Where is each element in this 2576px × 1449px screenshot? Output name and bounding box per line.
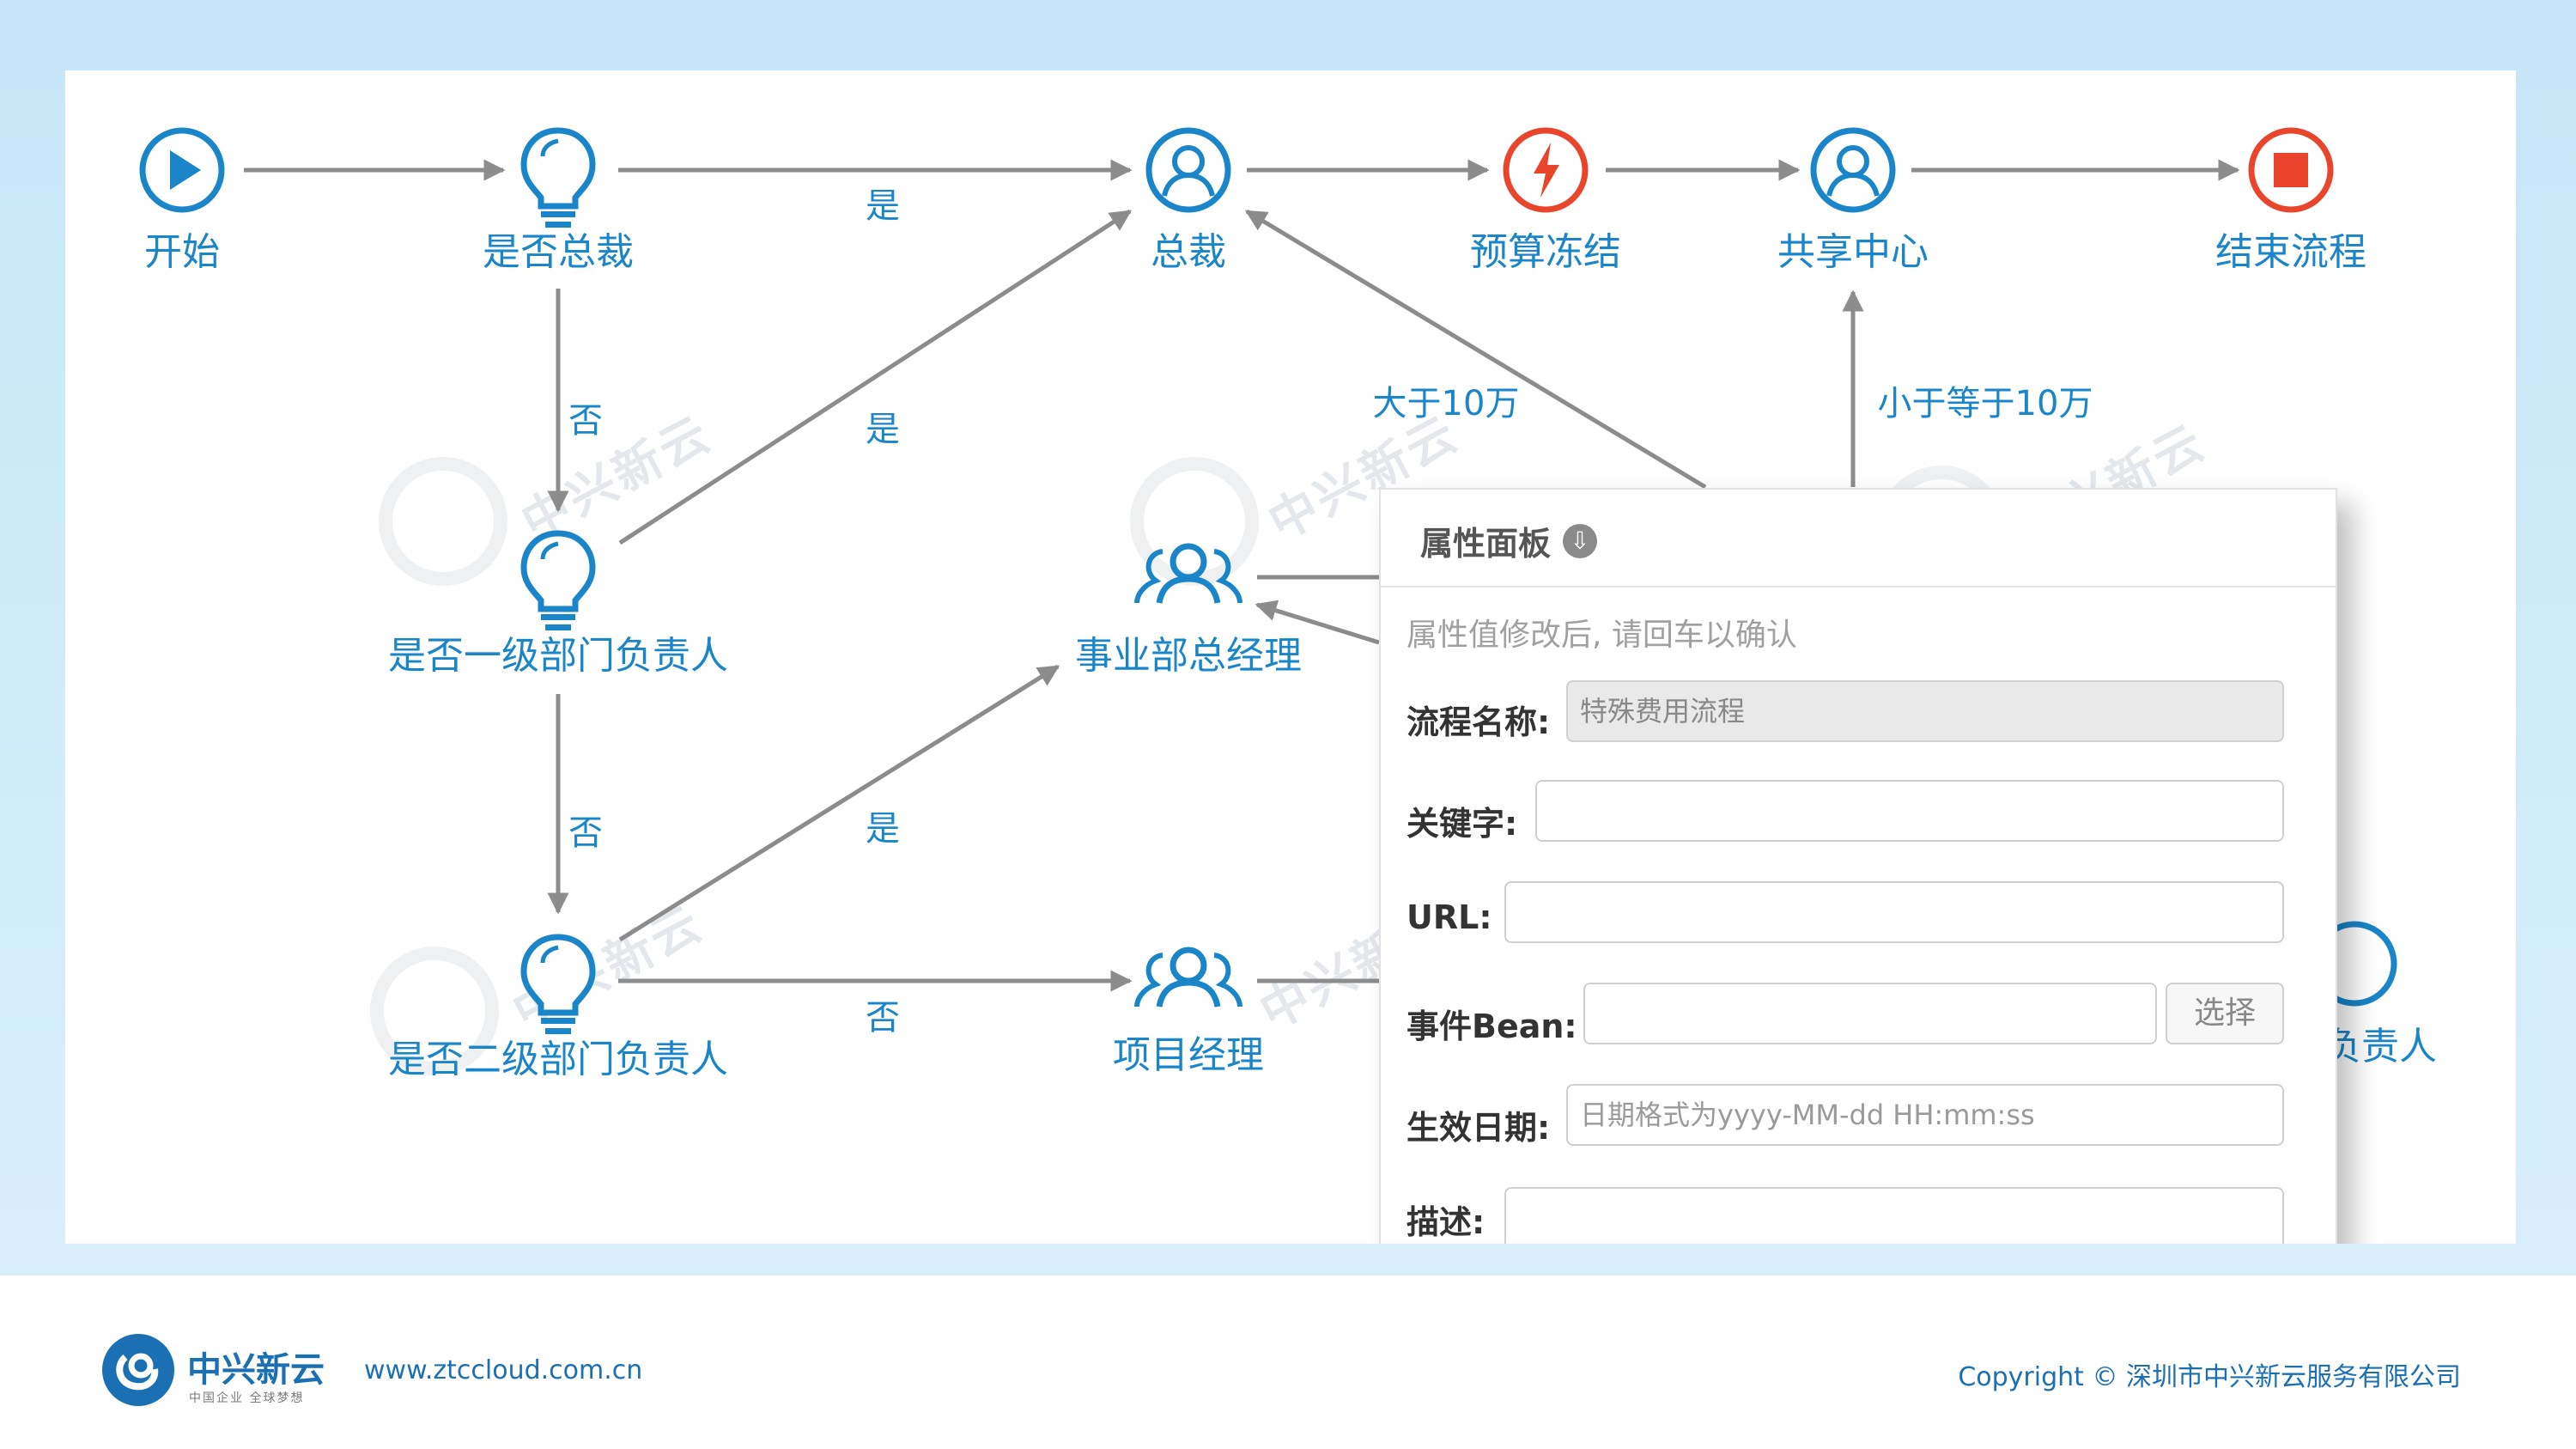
edge-level2-to-division xyxy=(618,664,1060,942)
group-icon xyxy=(1134,947,1242,1008)
property-panel[interactable]: 属性面板 ⇩ 属性值修改后, 请回车以确认 流程名称: 特殊费用流程 关键字: … xyxy=(1379,488,2337,1244)
edge-label-no-1: 否 xyxy=(568,401,603,441)
edge-label-yes-mid: 是 xyxy=(866,410,900,449)
event-bean-field[interactable] xyxy=(1583,983,2157,1044)
url-label: URL: xyxy=(1406,898,1492,936)
panel-hint: 属性值修改后, 请回车以确认 xyxy=(1406,618,1797,653)
edge-label-yes-top: 是 xyxy=(866,186,900,226)
edge-label-no-low: 否 xyxy=(866,998,900,1038)
node-label-president[interactable]: 总裁 xyxy=(1151,221,1226,276)
node-label-end-flow[interactable]: 结束流程 xyxy=(2215,221,2366,276)
select-button[interactable]: 选择 xyxy=(2166,983,2284,1044)
edge-label-le-100k: 小于等于10万 xyxy=(1877,384,2093,423)
edge-label-gt-100k: 大于10万 xyxy=(1372,384,1520,423)
node-label-budget-freeze[interactable]: 预算冻结 xyxy=(1470,221,1621,276)
footer-brand: 中兴新云 xyxy=(187,1350,325,1390)
node-label-shared-center[interactable]: 共享中心 xyxy=(1777,221,1929,276)
edge-label-no-2: 否 xyxy=(568,813,603,853)
node-label-is-president[interactable]: 是否总裁 xyxy=(483,221,634,276)
node-label-start[interactable]: 开始 xyxy=(144,221,220,276)
bulb-icon xyxy=(520,934,596,1034)
brand-logo-icon xyxy=(102,1334,174,1406)
description-label: 描述: xyxy=(1406,1203,1485,1241)
lightning-icon xyxy=(1503,127,1589,213)
start-icon xyxy=(139,127,225,213)
panel-header[interactable]: 属性面板 ⇩ xyxy=(1381,490,2336,588)
user-icon xyxy=(1145,127,1231,213)
flow-name-field[interactable]: 特殊费用流程 xyxy=(1566,680,2284,742)
flow-name-label: 流程名称: xyxy=(1406,703,1551,741)
group-icon xyxy=(1134,543,1242,604)
url-field[interactable] xyxy=(1504,881,2284,943)
description-field[interactable] xyxy=(1504,1187,2284,1244)
node-label-is-level1-head[interactable]: 是否一级部门负责人 xyxy=(388,624,728,679)
footer-copyright: Copyright © 深圳市中兴新云服务有限公司 xyxy=(1958,1362,2461,1392)
flow-canvas[interactable]: 中兴新云 中兴新云 中兴新云 中兴新云 中兴新云 中兴新云 xyxy=(65,70,2516,1244)
effective-date-label: 生效日期: xyxy=(1406,1109,1551,1147)
event-bean-label: 事件Bean: xyxy=(1406,1008,1577,1045)
bulb-icon xyxy=(520,530,596,630)
panel-title: 属性面板 xyxy=(1420,525,1552,563)
node-label-partial-head[interactable]: 负责人 xyxy=(2324,1015,2437,1070)
edge-level1-to-president xyxy=(618,209,1133,545)
collapse-down-icon[interactable]: ⇩ xyxy=(1563,524,1597,558)
node-label-project-manager[interactable]: 项目经理 xyxy=(1113,1024,1264,1079)
effective-date-field[interactable]: 日期格式为yyyy-MM-dd HH:mm:ss xyxy=(1566,1084,2284,1146)
user-icon xyxy=(1810,127,1896,213)
edge-label-yes-low: 是 xyxy=(866,809,900,849)
node-label-is-level2-head[interactable]: 是否二级部门负责人 xyxy=(388,1028,728,1083)
effective-date-placeholder: 日期格式为yyyy-MM-dd HH:mm:ss xyxy=(1580,1099,2035,1131)
keyword-field[interactable] xyxy=(1535,780,2284,842)
footer-tagline: 中国企业 全球梦想 xyxy=(189,1391,305,1405)
keyword-label: 关键字: xyxy=(1406,805,1518,843)
footer-url[interactable]: www.ztccloud.com.cn xyxy=(364,1355,642,1385)
stop-icon xyxy=(2248,127,2334,213)
bulb-icon xyxy=(520,127,596,228)
node-label-division-gm[interactable]: 事业部总经理 xyxy=(1075,624,1302,679)
